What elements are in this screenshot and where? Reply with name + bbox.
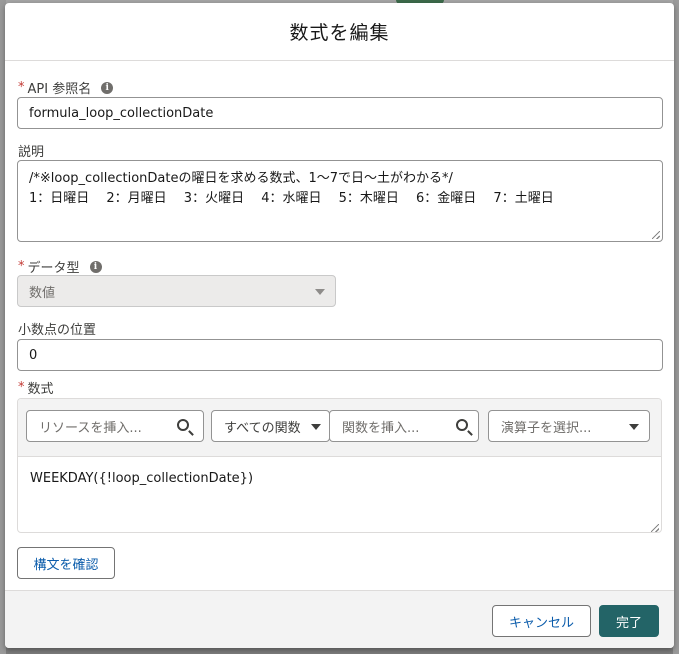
chevron-down-icon	[315, 289, 325, 295]
info-icon[interactable]: i	[101, 81, 114, 94]
data-type-label-text: データ型	[27, 261, 80, 276]
check-syntax-button[interactable]: 構文を確認	[17, 547, 115, 579]
required-mark: *	[18, 259, 25, 274]
function-category-select[interactable]: すべての関数	[211, 410, 330, 442]
data-type-value: 数値	[29, 285, 56, 301]
description-textarea[interactable]: /*※loop_collectionDateの曜日を求める数式、1〜7で日〜土が…	[17, 160, 663, 242]
decimal-places-value: 0	[29, 347, 38, 363]
chevron-down-icon	[629, 424, 639, 430]
formula-editor[interactable]: WEEKDAY({!loop_collectionDate})	[18, 457, 661, 532]
description-label: 説明	[18, 141, 44, 160]
decimal-places-label: 小数点の位置	[18, 319, 96, 338]
function-placeholder: 関数を挿入...	[342, 420, 420, 436]
cancel-label: キャンセル	[508, 615, 574, 631]
modal-title: 数式を編集	[289, 22, 390, 44]
modal-body: * API 参照名 i formula_loop_collectionDate …	[5, 61, 674, 590]
chevron-down-icon	[311, 424, 321, 430]
done-label: 完了	[615, 615, 642, 631]
formula-label-text: 数式	[27, 382, 54, 397]
function-search-input[interactable]: 関数を挿入...	[329, 410, 479, 442]
done-button[interactable]: 完了	[599, 605, 659, 637]
formula-label: * 数式	[18, 378, 54, 397]
operator-select[interactable]: 演算子を選択...	[488, 410, 650, 442]
api-name-label-text: API 参照名	[27, 82, 92, 97]
resource-placeholder: リソースを挿入...	[39, 420, 142, 436]
formula-toolbar: リソースを挿入... すべての関数 関数を挿入... 演算子を選択...	[18, 399, 661, 457]
edit-formula-modal: 数式を編集 * API 参照名 i formula_loop_collectio…	[5, 3, 674, 648]
modal-footer: キャンセル 完了	[5, 590, 674, 648]
decimal-places-label-text: 小数点の位置	[18, 323, 97, 338]
resize-handle-icon[interactable]	[652, 231, 660, 239]
check-syntax-label: 構文を確認	[33, 557, 99, 573]
search-icon	[456, 419, 468, 431]
description-line-1: /*※loop_collectionDateの曜日を求める数式、1〜7で日〜土が…	[29, 171, 453, 186]
info-icon[interactable]: i	[89, 260, 102, 273]
required-mark: *	[18, 80, 25, 95]
description-label-text: 説明	[18, 145, 45, 160]
resource-search-input[interactable]: リソースを挿入...	[26, 410, 204, 442]
data-type-select: 数値	[17, 275, 336, 307]
operator-placeholder: 演算子を選択...	[501, 420, 592, 436]
api-name-input[interactable]: formula_loop_collectionDate	[17, 97, 663, 129]
function-category-value: すべての関数	[224, 420, 301, 436]
modal-header: 数式を編集	[5, 3, 674, 61]
required-mark: *	[18, 380, 25, 395]
resize-handle-icon[interactable]	[651, 524, 659, 532]
data-type-label: * データ型 i	[18, 257, 102, 276]
search-icon	[177, 419, 189, 431]
cancel-button[interactable]: キャンセル	[492, 605, 591, 637]
api-name-label: * API 参照名 i	[18, 78, 114, 97]
formula-value: WEEKDAY({!loop_collectionDate})	[30, 471, 254, 486]
decimal-places-input[interactable]: 0	[17, 339, 663, 371]
formula-builder: リソースを挿入... すべての関数 関数を挿入... 演算子を選択... WEE…	[17, 398, 662, 533]
description-line-2: 1：日曜日 2：月曜日 3：火曜日 4：水曜日 5：木曜日 6：金曜日 7：土曜…	[29, 191, 554, 206]
api-name-value: formula_loop_collectionDate	[29, 105, 214, 121]
